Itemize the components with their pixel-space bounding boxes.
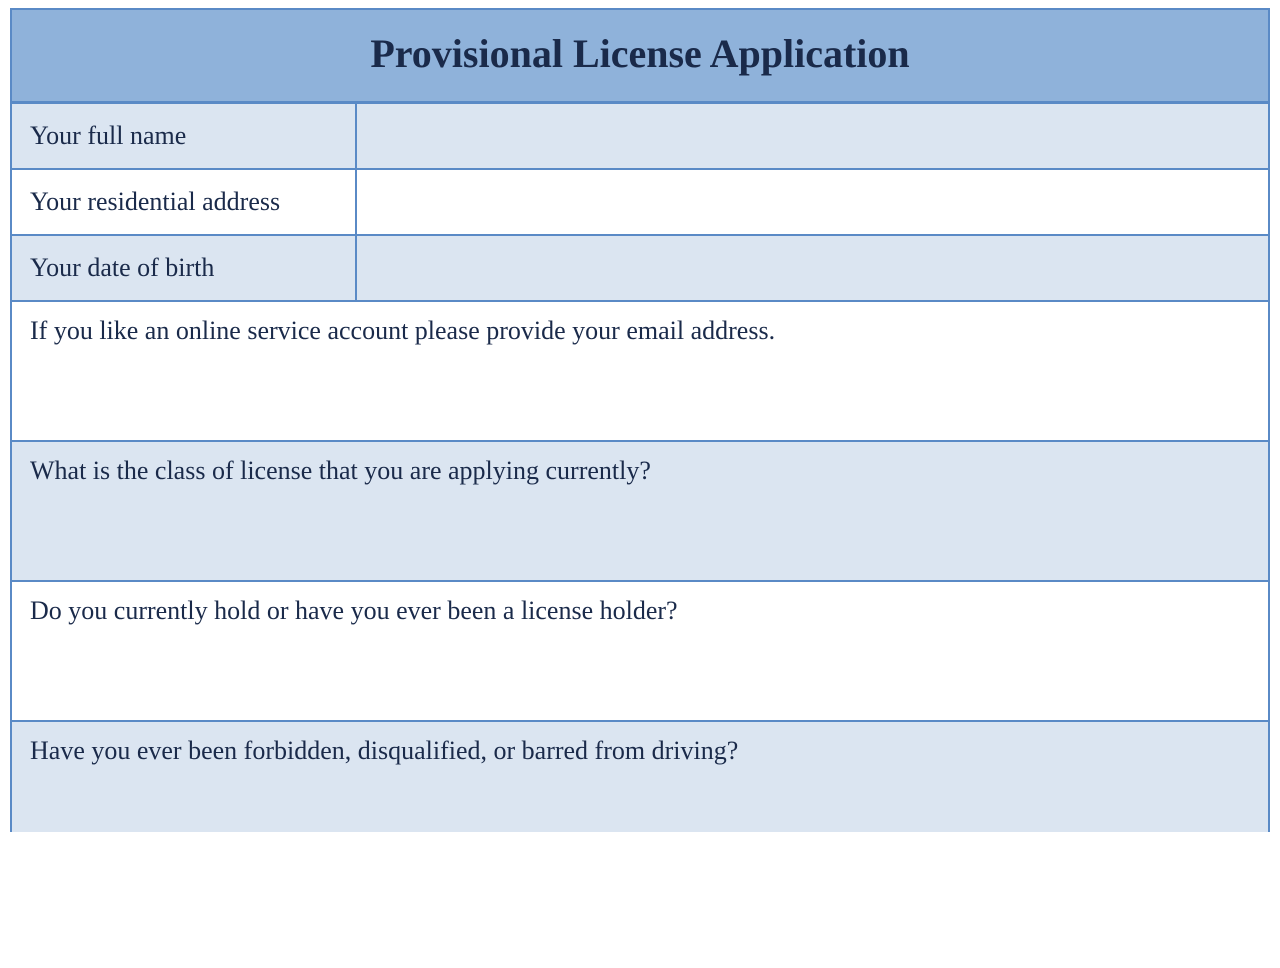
label-address: Your residential address (12, 170, 357, 234)
label-forbidden-question: Have you ever been forbidden, disqualifi… (12, 722, 1268, 780)
label-license-holder-question: Do you currently hold or have you ever b… (12, 582, 1268, 640)
row-email-question: If you like an online service account pl… (12, 302, 1268, 442)
input-dob[interactable] (357, 236, 1268, 300)
row-license-class-question: What is the class of license that you ar… (12, 442, 1268, 582)
row-forbidden-question: Have you ever been forbidden, disqualifi… (12, 722, 1268, 832)
form-header: Provisional License Application (12, 10, 1268, 104)
label-license-class-question: What is the class of license that you ar… (12, 442, 1268, 500)
row-license-holder-question: Do you currently hold or have you ever b… (12, 582, 1268, 722)
input-full-name[interactable] (357, 104, 1268, 168)
label-full-name: Your full name (12, 104, 357, 168)
input-address[interactable] (357, 170, 1268, 234)
form-title: Provisional License Application (12, 30, 1268, 77)
row-dob: Your date of birth (12, 236, 1268, 302)
label-dob: Your date of birth (12, 236, 357, 300)
row-address: Your residential address (12, 170, 1268, 236)
form-container: Provisional License Application Your ful… (10, 8, 1270, 832)
label-email-question: If you like an online service account pl… (12, 302, 1268, 360)
row-full-name: Your full name (12, 104, 1268, 170)
